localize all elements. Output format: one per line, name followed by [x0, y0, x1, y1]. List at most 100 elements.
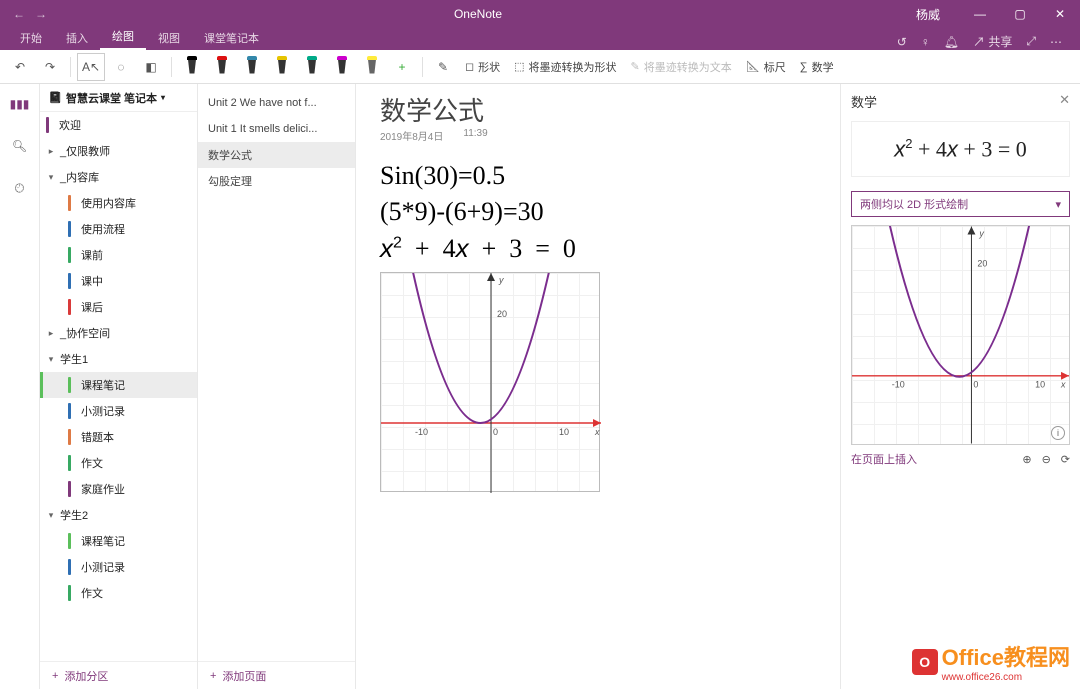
ruler-button[interactable]: 📐︎ 标尺 — [740, 53, 792, 81]
tab-class-notebook[interactable]: 课堂笔记本 — [192, 26, 271, 50]
pen-3[interactable] — [238, 53, 266, 81]
chevron-down-icon: ▾ — [161, 93, 165, 102]
draw-toolbar: ↶ ↷ A↖︎ ◌ ◧ + ✎ ◻ 形状 ⬚ 将墨迹转换为形状 ✎ 将墨迹转换为… — [0, 50, 1080, 84]
close-math-pane-icon[interactable]: ✕ — [1059, 92, 1070, 111]
page-item[interactable]: 数学公式 — [198, 142, 355, 168]
section-item[interactable]: 课中 — [40, 268, 197, 294]
section-item[interactable]: 使用内容库 — [40, 190, 197, 216]
recent-icon[interactable]: 🕘︎ — [8, 176, 32, 200]
section-item[interactable]: 课前 — [40, 242, 197, 268]
share-button[interactable]: ↗ 共享 — [973, 33, 1012, 50]
zoom-in-icon[interactable]: ⊕ — [1022, 453, 1031, 466]
watermark-icon: O — [912, 649, 938, 675]
section-item[interactable]: 小测记录 — [40, 398, 197, 424]
shapes-button[interactable]: ◻ 形状 — [459, 53, 506, 81]
text-select-button[interactable]: A↖︎ — [77, 53, 105, 81]
pen-5[interactable] — [298, 53, 326, 81]
left-rail: ▮▮▮ 🔍︎ 🕘︎ — [0, 84, 40, 689]
section-item[interactable]: 课后 — [40, 294, 197, 320]
redo-button[interactable]: ↷ — [36, 53, 64, 81]
add-section-button[interactable]: +添加分区 — [40, 661, 197, 689]
app-title: OneNote — [60, 7, 896, 21]
equation-line-3[interactable]: x2 + 4x + 3 = 0 — [380, 233, 816, 264]
notebook-picker[interactable]: 📓︎ 智慧云课堂 笔记本 ▾ — [40, 84, 197, 112]
watermark-text: Office教程网 — [942, 645, 1070, 670]
tab-insert[interactable]: 插入 — [54, 26, 100, 50]
notebook-icon: 📓︎ — [48, 91, 62, 104]
lightbulb-icon[interactable]: ♀ — [921, 35, 930, 49]
svg-text:-10: -10 — [415, 427, 428, 437]
section-item[interactable]: 小测记录 — [40, 554, 197, 580]
minimize-button[interactable]: — — [960, 7, 1000, 21]
section-item[interactable]: 使用流程 — [40, 216, 197, 242]
watermark: O Office教程网 www.office26.com — [912, 640, 1070, 683]
ribbon-tabs: 开始 插入 绘图 视图 课堂笔记本 ↺ ♀ 🔔︎ ↗ 共享 ⤢ ⋯ — [0, 28, 1080, 50]
page-item[interactable]: 勾股定理 — [198, 168, 355, 194]
svg-text:0: 0 — [493, 427, 498, 437]
section-item[interactable]: 作文 — [40, 580, 197, 606]
ink-replay-icon[interactable]: ✎ — [429, 53, 457, 81]
add-page-button[interactable]: +添加页面 — [198, 661, 355, 689]
page-time: 11:39 — [463, 128, 487, 143]
svg-text:y: y — [978, 229, 984, 239]
sync-icon[interactable]: ↺ — [897, 35, 907, 49]
math-pane-graph[interactable]: x y -10 0 10 20 i — [851, 225, 1070, 445]
svg-text:0: 0 — [973, 380, 978, 390]
back-arrow-icon[interactable]: ← — [10, 7, 28, 21]
ink-to-shape-button[interactable]: ⬚ 将墨迹转换为形状 — [508, 53, 622, 81]
equation-line-1[interactable]: Sin(30)=0.5 — [380, 161, 816, 191]
section-item[interactable]: 课程笔记 — [40, 528, 197, 554]
close-button[interactable]: ✕ — [1040, 7, 1080, 21]
tab-draw[interactable]: 绘图 — [100, 24, 146, 50]
pages-column: Unit 2 We have not f...Unit 1 It smells … — [198, 84, 356, 689]
reset-icon[interactable]: ⟳ — [1061, 453, 1070, 466]
add-pen-button[interactable]: + — [388, 53, 416, 81]
section-group[interactable]: ▸_仅限教师 — [40, 138, 197, 164]
section-group[interactable]: ▸_协作空间 — [40, 320, 197, 346]
ink-to-text-button: ✎ 将墨迹转换为文本 — [625, 53, 738, 81]
pen-1[interactable] — [178, 53, 206, 81]
pen-6[interactable] — [328, 53, 356, 81]
section-item[interactable]: 欢迎 — [40, 112, 197, 138]
page-canvas[interactable]: 2019年8月4日 11:39 Sin(30)=0.5 (5*9)-(6+9)=… — [356, 84, 840, 689]
page-item[interactable]: Unit 2 We have not f... — [198, 90, 355, 116]
page-date: 2019年8月4日 — [380, 128, 443, 143]
notebooks-icon[interactable]: ▮▮▮ — [8, 92, 32, 116]
more-icon[interactable]: ⋯ — [1050, 35, 1062, 49]
equation-line-2[interactable]: (5*9)-(6+9)=30 — [380, 197, 816, 227]
undo-button[interactable]: ↶ — [6, 53, 34, 81]
bell-icon[interactable]: 🔔︎ — [944, 35, 959, 49]
zoom-out-icon[interactable]: ⊖ — [1042, 453, 1051, 466]
watermark-url: www.office26.com — [942, 672, 1070, 683]
section-group[interactable]: ▾_内容库 — [40, 164, 197, 190]
fullscreen-icon[interactable]: ⤢ — [1026, 34, 1036, 49]
pen-2[interactable] — [208, 53, 236, 81]
pen-4[interactable] — [268, 53, 296, 81]
inline-graph: x y -10 0 10 20 — [380, 272, 600, 492]
section-item[interactable]: 作文 — [40, 450, 197, 476]
search-icon[interactable]: 🔍︎ — [8, 134, 32, 158]
page-item[interactable]: Unit 1 It smells delici... — [198, 116, 355, 142]
section-item[interactable]: 错题本 — [40, 424, 197, 450]
eraser-button[interactable]: ◧ — [137, 53, 165, 81]
tab-home[interactable]: 开始 — [8, 26, 54, 50]
section-item[interactable]: 课程笔记 — [40, 372, 197, 398]
svg-text:20: 20 — [497, 309, 507, 319]
math-button[interactable]: ∑ 数学 — [794, 53, 840, 81]
maximize-button[interactable]: ▢ — [1000, 7, 1040, 21]
user-name[interactable]: 杨威 — [896, 6, 960, 23]
forward-arrow-icon[interactable]: → — [32, 7, 50, 21]
chevron-down-icon: ▾ — [1055, 198, 1061, 211]
section-group[interactable]: ▾学生2 — [40, 502, 197, 528]
section-item[interactable]: 家庭作业 — [40, 476, 197, 502]
lasso-button[interactable]: ◌ — [107, 53, 135, 81]
page-title[interactable] — [380, 94, 772, 126]
highlighter[interactable] — [358, 53, 386, 81]
insert-on-page-link[interactable]: 在页面上插入 — [851, 451, 917, 467]
svg-text:10: 10 — [1035, 380, 1045, 390]
tab-view[interactable]: 视图 — [146, 26, 192, 50]
math-pane-equation: x2 + 4x + 3 = 0 — [851, 121, 1070, 177]
math-action-select[interactable]: 两侧均以 2D 形式绘制 ▾ — [851, 191, 1070, 217]
svg-text:x: x — [1060, 380, 1066, 390]
section-group[interactable]: ▾学生1 — [40, 346, 197, 372]
